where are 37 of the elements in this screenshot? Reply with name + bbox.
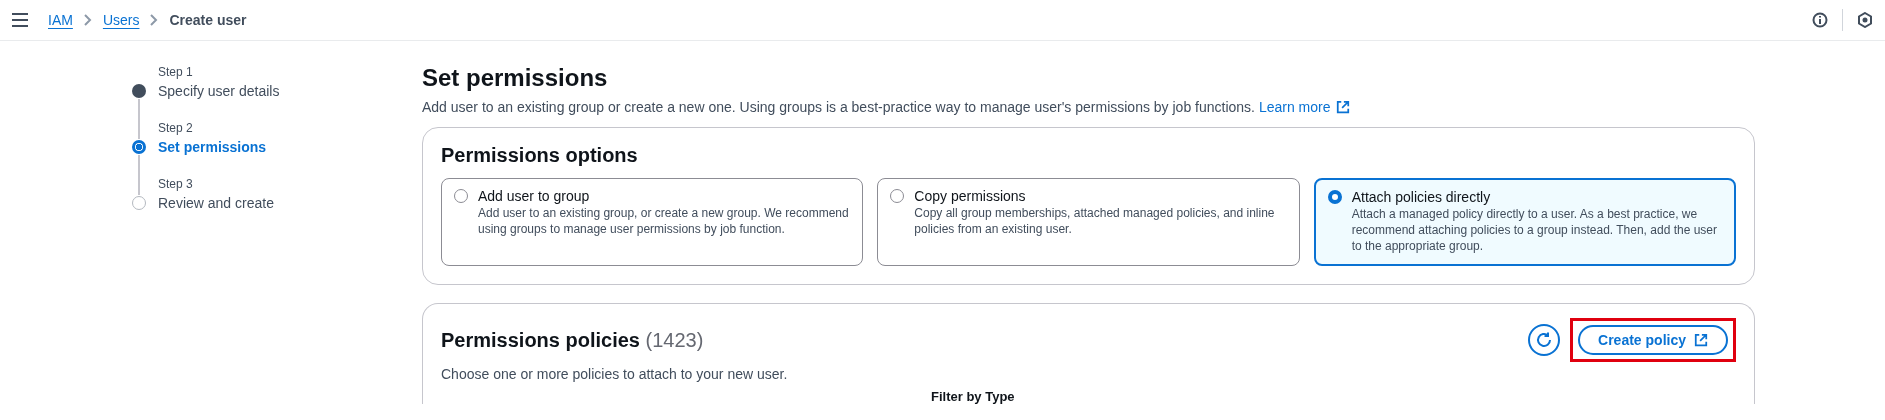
hexagon-icon[interactable] [1857,12,1873,28]
option-tile[interactable]: Copy permissions Copy all group memberships, attached managed policies, and inline policies from an existing user. [877,178,1300,266]
page-description: Add user to an existing group or create a new one. Using groups is a best-practice way to manage user's permissions by job functions. [422,99,1255,115]
radio-button[interactable] [454,189,468,203]
radio-button[interactable] [890,189,905,203]
section-title: Permissions options [441,143,639,168]
radio-button[interactable] [1327,190,1342,204]
step-number: Step 1 [158,65,194,81]
refresh-icon [1535,331,1554,349]
create-policy-button[interactable]: Create policy [1578,325,1728,355]
chevron-right-icon [82,13,93,27]
breadcrumb-link[interactable]: Users [102,12,140,28]
page-title: Set permissions [422,63,609,93]
chevron-right-icon [149,13,160,27]
step-number: Step 2 [158,121,194,137]
external-link-icon [1336,100,1351,114]
option-description: Add user to an existing group, or create a new group. We recommend using groups to manage user permissions by job function. [478,205,850,237]
option-description: Copy all group memberships, attached managed policies, and inline policies from an existing user. [914,205,1276,237]
section-title: Permissions policies (1423) [441,328,704,353]
option-label: Attach policies directly [1351,188,1492,206]
filter-label: Filter by Type [931,390,1016,404]
option-tile[interactable]: Add user to group Add user to an existing group, or create a new group. We recommend using groups to manage user permissions by job function. [441,178,864,266]
learn-more-link[interactable]: Learn more [1258,97,1351,117]
step-label: Set permissions [158,138,268,157]
option-tile[interactable]: Attach policies directly Attach a managed policy directly to a user. As a best practice, we recommend attaching policies to a group instead. Then, add the user to the appropriate group. [1313,178,1736,266]
step-label[interactable]: Specify user details [158,81,422,101]
option-description: Attach a managed policy directly to a user. As a best practice, we recommend attaching policies to a group instead. Then, add the user to the appropriate group. [1351,206,1718,254]
refresh-button[interactable] [1528,324,1561,356]
menu-icon[interactable] [12,13,28,27]
step-number: Step 3 [158,177,194,193]
option-label: Copy permissions [914,187,1027,205]
step-label: Review and create [158,194,275,213]
section-description: Choose one or more policies to attach to your new user. [441,366,789,382]
breadcrumb-link[interactable]: IAM [48,12,73,28]
info-icon[interactable] [1812,12,1828,28]
external-link-icon [1694,333,1708,347]
option-label: Add user to group [478,187,591,205]
